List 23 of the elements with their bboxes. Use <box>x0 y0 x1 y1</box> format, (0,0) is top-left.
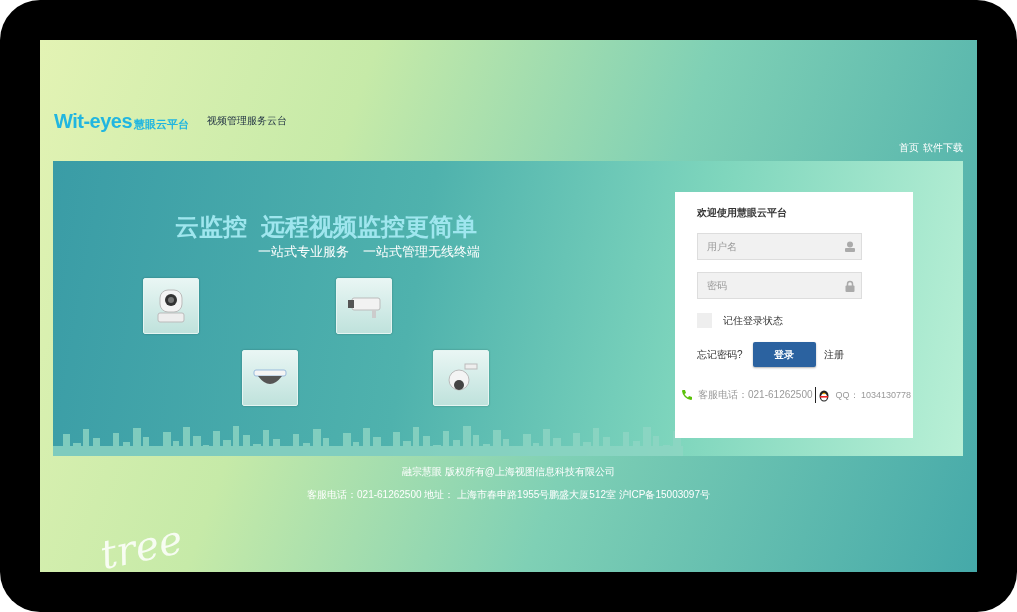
copyright-text: 融宗慧眼 版权所有@上海视图信息科技有限公司 <box>402 465 615 479</box>
phone-icon <box>681 389 693 401</box>
banner-headline: 远程视频监控更简单 <box>261 212 477 242</box>
contact-text: 客服电话：021-61262500 地址： 上海市春申路1955号鹏盛大厦512室 沪ICP备15003097号 <box>307 488 710 502</box>
register-link[interactable]: 注册 <box>823 347 844 362</box>
login-button[interactable]: 登录 <box>752 342 816 367</box>
service-phone: 客服电话：021-61262500 <box>698 388 813 402</box>
login-title: 欢迎使用慧眼云平台 <box>697 206 788 220</box>
penguin-icon <box>817 388 830 402</box>
user-icon <box>845 241 855 252</box>
banner-headline: 云监控 <box>175 212 247 242</box>
logo-text: Wit-eyes <box>54 109 133 133</box>
tagline: 视频管理服务云台 <box>207 114 288 128</box>
banner-subline: 一站式专业服务 <box>258 243 349 261</box>
username-field[interactable]: 用户名 <box>697 233 862 260</box>
decorative-text: tree <box>96 515 187 572</box>
forgot-password-link[interactable]: 忘记密码? <box>697 347 743 362</box>
banner-subline: 一站式管理无线终端 <box>363 243 480 261</box>
qq-number: QQ： 1034130778 <box>835 388 912 402</box>
lock-icon <box>845 280 855 292</box>
logo-subtitle: 慧眼云平台 <box>134 116 190 132</box>
remember-label: 记住登录状态 <box>723 313 783 328</box>
password-field[interactable]: 密码 <box>697 272 862 299</box>
